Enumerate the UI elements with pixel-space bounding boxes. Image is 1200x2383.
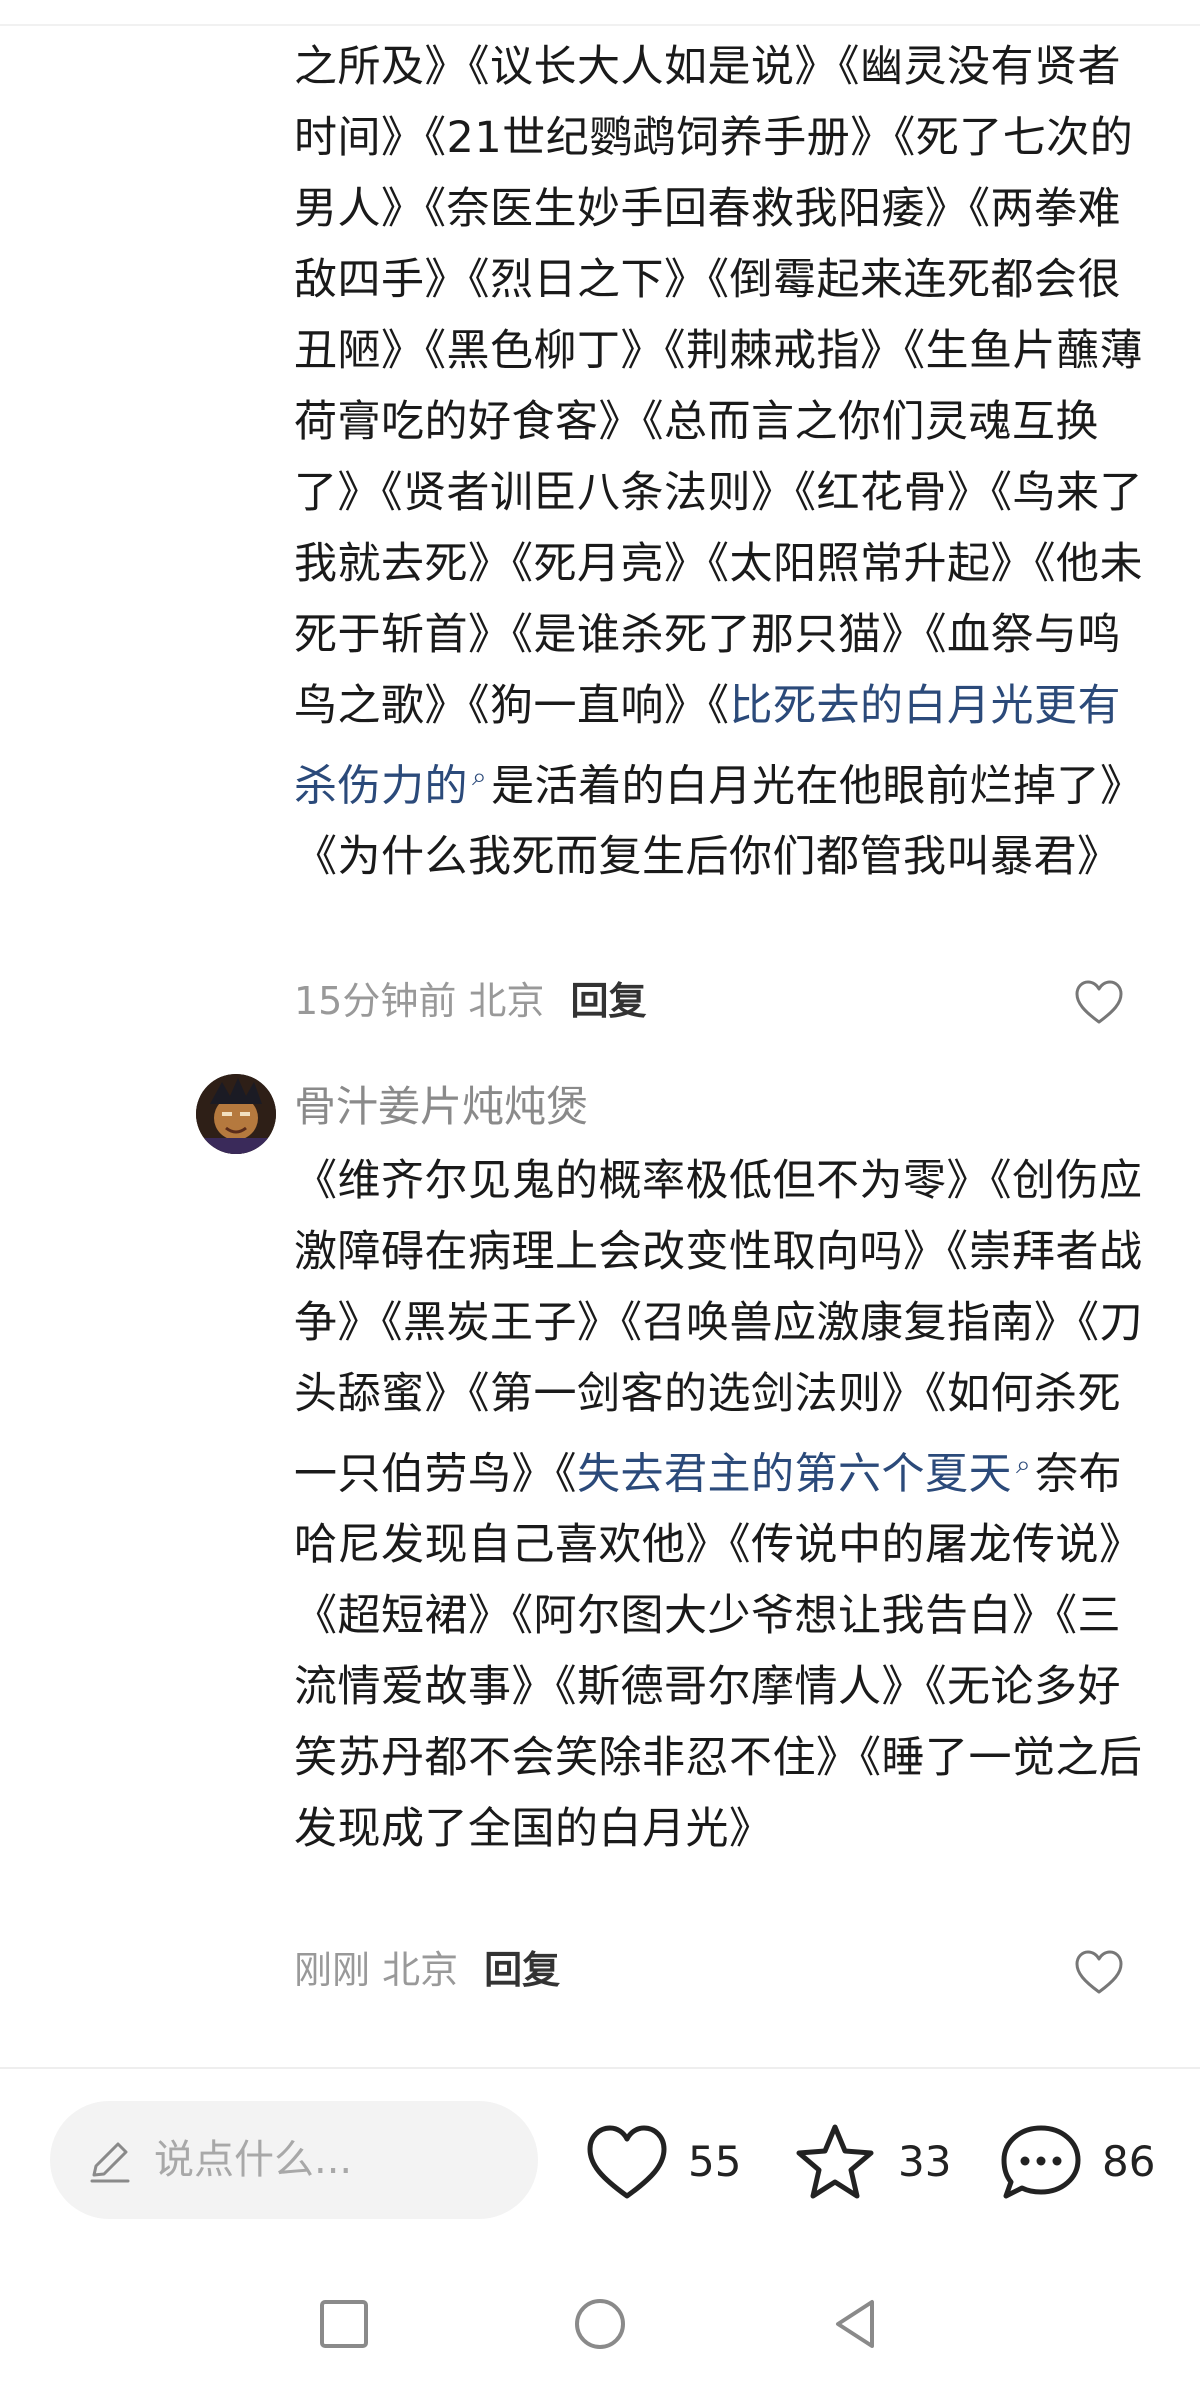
comment-time-location: 刚刚 北京	[294, 1948, 459, 1992]
comment-bubble-icon	[1001, 2125, 1081, 2199]
avatar[interactable]	[196, 1074, 276, 1154]
pen-icon	[90, 2142, 130, 2183]
star-icon	[796, 2124, 874, 2199]
search-link-icon[interactable]: ⌕	[472, 762, 487, 792]
like-button[interactable]: 55	[584, 2122, 744, 2202]
comment-text-part: 之所及》《议长大人如是说》《幽灵没有贤者时间》《21世纪鹦鹉饲养手册》《死了七次…	[294, 42, 1143, 731]
triangle-back-icon[interactable]	[826, 2294, 886, 2354]
avatar-image	[196, 1074, 276, 1154]
heart-icon[interactable]	[1074, 979, 1124, 1025]
bottom-bar-divider	[0, 2067, 1200, 2069]
comment-text-part: 《维齐尔见鬼的概率极低但不为零》《创伤应激障碍在病理上会改变性取向吗》《崇拜者战…	[294, 1156, 1143, 1500]
like-count: 55	[688, 2137, 742, 2186]
heart-icon[interactable]	[1074, 1949, 1124, 1995]
favorite-count: 33	[898, 2137, 952, 2186]
heart-icon	[587, 2125, 667, 2199]
comment-count: 86	[1102, 2137, 1156, 2186]
top-divider	[0, 24, 1200, 26]
system-nav-bar	[0, 2270, 1200, 2383]
comment-time-location: 15分钟前 北京	[294, 979, 545, 1023]
circle-icon[interactable]	[570, 2294, 630, 2354]
topic-link[interactable]: 失去君主的第六个夏天	[577, 1449, 1012, 1499]
square-icon[interactable]	[314, 2294, 374, 2354]
comment-text: 《维齐尔见鬼的概率极低但不为零》《创伤应激障碍在病理上会改变性取向吗》《崇拜者战…	[294, 1146, 1160, 1865]
username[interactable]: 骨汁姜片炖炖煲	[294, 1080, 588, 1134]
comment-meta: 15分钟前 北京 回复	[294, 976, 646, 1026]
reply-button[interactable]: 回复	[484, 1948, 560, 1992]
comment-input[interactable]: 说点什么...	[50, 2101, 538, 2219]
input-placeholder: 说点什么...	[154, 2137, 353, 2183]
comment-text: 之所及》《议长大人如是说》《幽灵没有贤者时间》《21世纪鹦鹉饲养手册》《死了七次…	[294, 32, 1160, 893]
comment-text-part: 奈布哈尼发现自己喜欢他》《传说中的屠龙传说》《超短裙》《阿尔图大少爷想让我告白》…	[294, 1449, 1143, 1855]
favorite-button[interactable]: 33	[792, 2122, 952, 2202]
search-link-icon[interactable]: ⌕	[1016, 1450, 1031, 1480]
reply-button[interactable]: 回复	[570, 979, 646, 1023]
comment-meta: 刚刚 北京 回复	[294, 1945, 560, 1995]
comment-count-button[interactable]: 86	[998, 2122, 1158, 2202]
